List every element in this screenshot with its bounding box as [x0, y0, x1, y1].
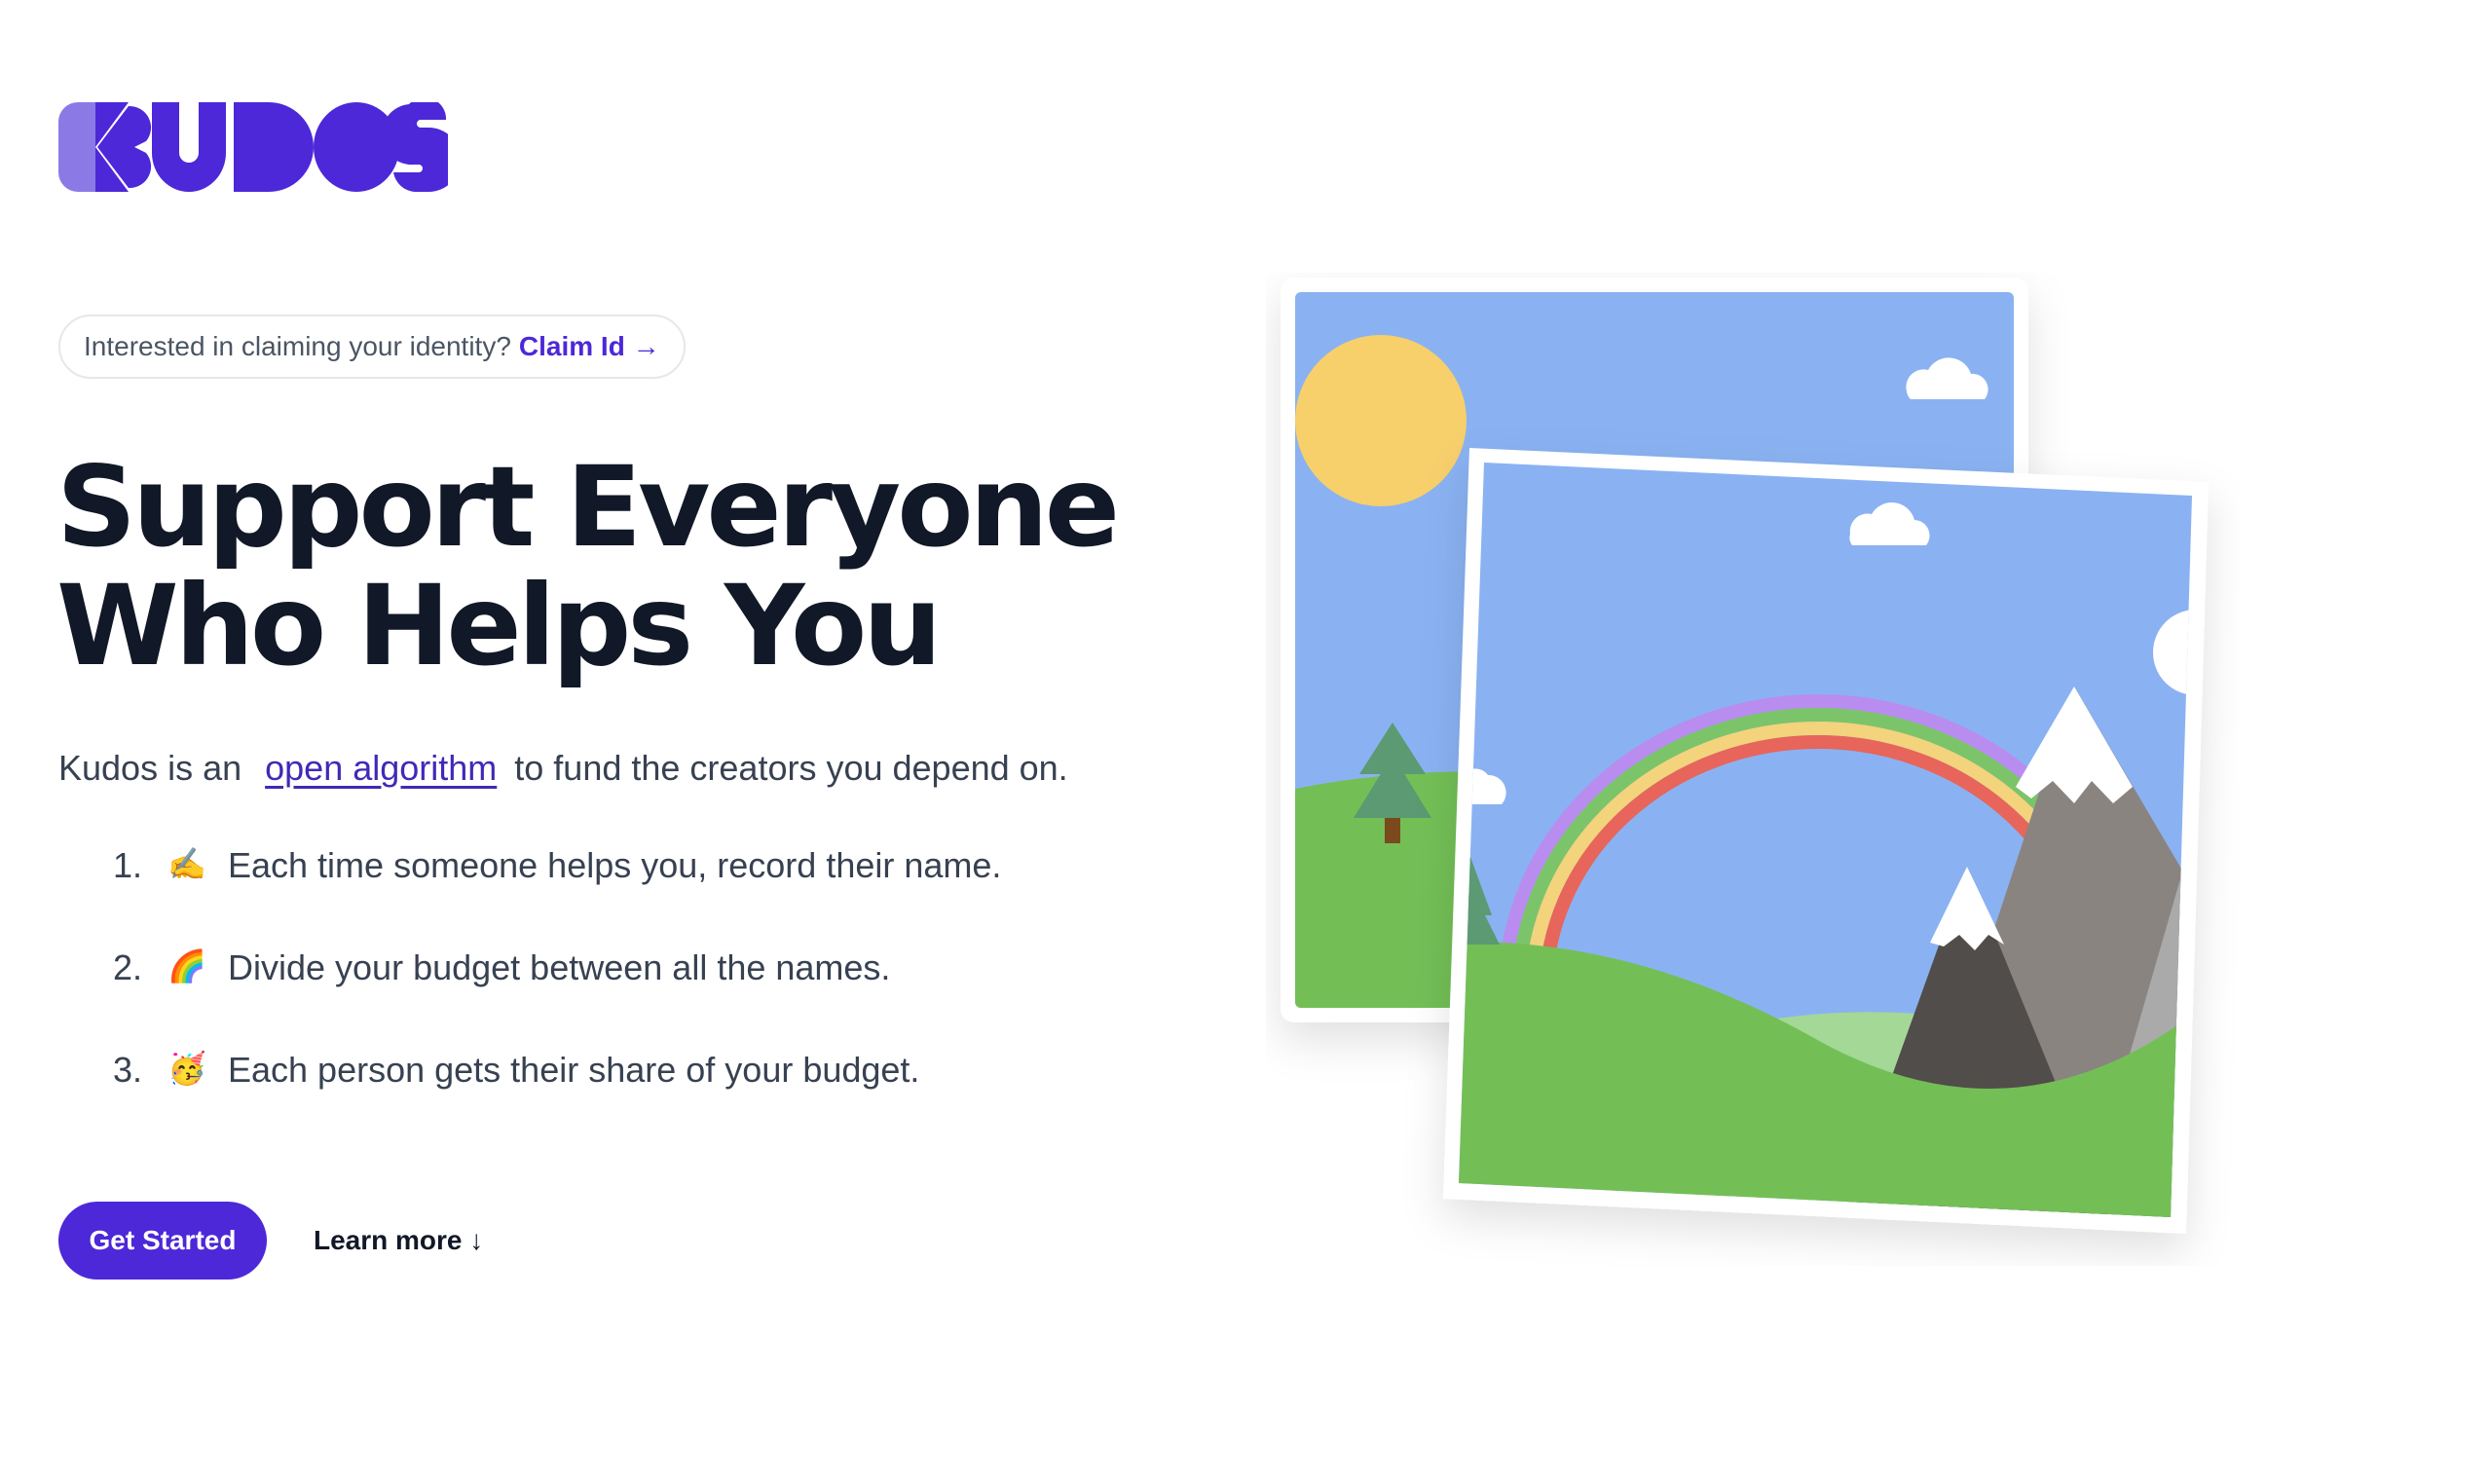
step-number: 2.	[113, 947, 143, 987]
intro-before: Kudos is an	[58, 748, 242, 788]
get-started-button[interactable]: Get Started	[58, 1202, 267, 1280]
arrow-down-icon: ↓	[469, 1225, 484, 1255]
step-text: Divide your budget between all the names…	[228, 947, 891, 987]
claim-identity-banner: Interested in claiming your identity? Cl…	[58, 315, 686, 379]
arrow-right-icon: →	[632, 331, 660, 361]
step-number: 1.	[113, 845, 143, 885]
rainbow-icon: 🌈	[167, 948, 206, 983]
hero-line-2: Who Helps You	[56, 561, 942, 690]
steps-list: 1. ✍️ Each time someone helps you, recor…	[113, 845, 1001, 1152]
step-text: Each time someone helps you, record thei…	[228, 845, 1002, 885]
intro-paragraph: Kudos is an open algorithm to fund the cre…	[58, 748, 1068, 789]
claim-id-link[interactable]: Claim Id →	[519, 331, 660, 362]
hero-heading: Support Everyone Who Helps You	[56, 448, 1120, 686]
learn-more-label: Learn more	[314, 1225, 463, 1255]
list-item: 1. ✍️ Each time someone helps you, recor…	[113, 845, 1001, 947]
list-item: 3. 🥳 Each person gets their share of you…	[113, 1050, 1001, 1152]
kudos-logo[interactable]	[58, 102, 448, 192]
list-item: 2. 🌈 Divide your budget between all the …	[113, 947, 1001, 1050]
step-number: 3.	[113, 1050, 143, 1090]
open-algorithm-link[interactable]: open algorithm	[265, 748, 497, 788]
landscape-illustration	[1281, 278, 2209, 1234]
claim-identity-text: Interested in claiming your identity?	[84, 331, 511, 361]
learn-more-link[interactable]: Learn more ↓	[314, 1202, 483, 1280]
intro-after: to fund the creators you depend on.	[514, 748, 1068, 788]
party-face-icon: 🥳	[167, 1051, 206, 1086]
writing-hand-icon: ✍️	[167, 846, 206, 881]
step-text: Each person gets their share of your bud…	[228, 1050, 920, 1090]
hero-line-1: Support Everyone	[56, 442, 1120, 572]
